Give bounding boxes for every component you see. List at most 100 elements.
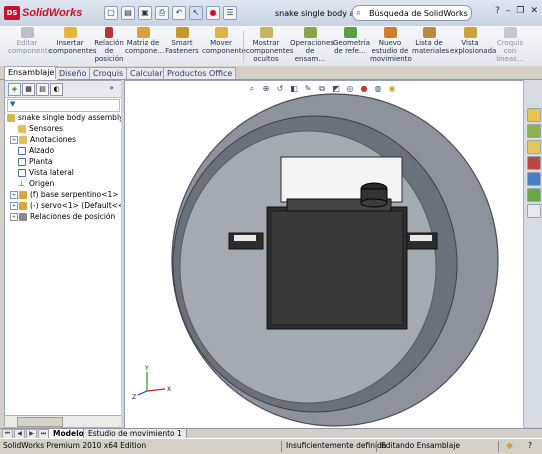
edit-component-button[interactable]: Editar componente — [8, 27, 52, 55]
model-view: Y X Z — [132, 93, 499, 427]
display-manager-tab-icon[interactable]: ◐ — [50, 83, 63, 96]
edit-component-icon — [20, 27, 34, 38]
search-results-icon[interactable] — [527, 156, 541, 170]
title-bar: DS SolidWorks ▢ ▤ ▣ ⎙ ↶ ↖ ● ☰ snake sing… — [0, 0, 542, 27]
tree-item-origen[interactable]: ⊥ Origen — [18, 178, 54, 189]
triad-y-label: Y — [144, 365, 149, 372]
task-pane — [523, 80, 542, 427]
options-icon[interactable]: ☰ — [223, 6, 237, 20]
quick-access-toolbar: ▢ ▤ ▣ ⎙ ↶ ↖ ● ☰ — [104, 6, 237, 20]
close-icon[interactable]: ✕ — [530, 6, 538, 16]
feature-tree-tab-icon[interactable]: ◈ — [8, 83, 21, 96]
tree-item-planta[interactable]: Planta — [18, 156, 53, 167]
mate-button[interactable]: Relación de posición — [94, 27, 124, 63]
scrollbar-thumb[interactable] — [17, 417, 63, 427]
move-component-button[interactable]: Mover componente — [202, 27, 246, 55]
filter-field[interactable]: ▼ — [7, 99, 120, 112]
servo-face — [270, 210, 404, 326]
reference-geometry-button[interactable]: Geometría de refe… — [333, 27, 370, 55]
tree-item-relaciones[interactable]: + Relaciones de posición — [10, 211, 115, 222]
view-palette-icon[interactable] — [527, 172, 541, 186]
configuration-manager-tab-icon[interactable]: ▤ — [36, 83, 49, 96]
open-icon[interactable]: ▤ — [121, 6, 135, 20]
assembly-features-button[interactable]: Operaciones de ensam… — [290, 27, 334, 63]
status-bar: SolidWorks Premium 2010 x64 Edition Insu… — [0, 438, 542, 454]
show-hidden-icon — [259, 27, 273, 38]
show-hidden-button[interactable]: Mostrar componentes ocultos — [246, 27, 294, 63]
exploded-view-button[interactable]: Vista explosionada — [450, 27, 496, 55]
custom-properties-icon[interactable] — [527, 204, 541, 218]
restore-icon[interactable]: ❐ — [516, 6, 524, 16]
insert-components-button[interactable]: Insertar componentes — [49, 27, 97, 55]
rebuild-status-icon[interactable]: ◆ — [506, 439, 513, 453]
expand-icon[interactable]: + — [10, 212, 18, 221]
origin-icon: ⊥ — [18, 178, 25, 188]
front-plane-icon — [18, 146, 26, 155]
status-edition: SolidWorks Premium 2010 x64 Edition — [3, 441, 147, 450]
search-placeholder: Búsqueda de SolidWorks — [369, 8, 468, 18]
tab-diseno[interactable]: Diseño — [55, 67, 91, 79]
expand-panel-icon[interactable]: » — [106, 83, 117, 94]
expand-icon[interactable]: + — [10, 135, 18, 144]
assembly-features-icon — [303, 27, 317, 38]
right-plane-icon — [18, 168, 26, 177]
resources-icon[interactable] — [527, 108, 541, 122]
tree-item-sensores[interactable]: Sensores — [18, 123, 63, 134]
part-icon — [19, 190, 27, 199]
triad-z-axis — [137, 390, 148, 396]
ds-logo-icon: DS — [4, 6, 20, 20]
servo-shaft-base — [360, 198, 388, 208]
triad-x-axis — [146, 388, 166, 392]
save-icon[interactable]: ▣ — [138, 6, 152, 20]
rebuild-icon[interactable]: ● — [206, 6, 220, 20]
select-icon[interactable]: ↖ — [189, 6, 203, 20]
bom-icon — [422, 27, 436, 38]
part-icon — [19, 201, 27, 210]
smart-fasteners-button[interactable]: Smart Fasteners — [165, 27, 199, 55]
new-motion-study-button[interactable]: Nuevo estudio de movimiento — [370, 27, 412, 63]
graphics-area[interactable]: ⌕ ⊕ ↺ ◧ ✎ ⧉ ◩ ◎ ● ◍ ◉ Y X Z — [124, 80, 525, 429]
command-tabs: Ensamblaje Diseño Croquis Calcular Produ… — [0, 66, 542, 80]
new-document-icon[interactable]: ▢ — [104, 6, 118, 20]
tab-calcular[interactable]: Calcular — [126, 67, 167, 79]
property-manager-tab-icon[interactable]: ▦ — [22, 83, 35, 96]
design-library-icon[interactable] — [527, 124, 541, 138]
undo-icon[interactable]: ↶ — [172, 6, 186, 20]
mate-icon — [105, 27, 113, 38]
appearances-icon[interactable] — [527, 188, 541, 202]
bom-button[interactable]: Lista de materiales — [412, 27, 449, 55]
tab-productos-office[interactable]: Productos Office — [163, 67, 237, 79]
explode-line-sketch-button[interactable]: Croquis con líneas… — [494, 27, 526, 63]
feature-manager-tabs: ◈ ▦ ▤ ◐ » — [5, 81, 121, 98]
feature-manager-panel: ◈ ▦ ▤ ◐ » ▼ snake single body assembly (… — [4, 80, 149, 430]
explode-line-sketch-icon — [503, 27, 517, 38]
reference-geometry-icon — [343, 27, 357, 38]
triad-z-label: Z — [132, 394, 136, 401]
minimize-icon[interactable]: – — [506, 6, 511, 16]
sensors-icon — [18, 124, 26, 133]
tab-croquis[interactable]: Croquis — [89, 67, 128, 79]
tree-item-alzado[interactable]: Alzado — [18, 145, 54, 156]
servo-tab-right-hole — [410, 235, 432, 241]
file-explorer-icon[interactable] — [527, 140, 541, 154]
component-pattern-button[interactable]: Matriz de compone… — [125, 27, 164, 55]
status-divider — [376, 441, 377, 452]
help-icon[interactable]: ? — [495, 6, 500, 16]
command-manager: Editar componente Insertar componentes R… — [0, 26, 542, 67]
print-icon[interactable]: ⎙ — [155, 6, 169, 20]
tree-item-vista-lateral[interactable]: Vista lateral — [18, 167, 74, 178]
search-box[interactable]: ⌕ Búsqueda de SolidWorks — [352, 5, 472, 21]
ribbon-separator — [243, 30, 244, 62]
exploded-view-icon — [463, 27, 477, 38]
tab-ensamblaje[interactable]: Ensamblaje — [4, 66, 59, 80]
tree-item-anotaciones[interactable]: + Anotaciones — [10, 134, 76, 145]
solidworks-logo[interactable]: DS SolidWorks — [4, 5, 82, 21]
servo-tab-left-hole — [234, 235, 256, 241]
move-component-icon — [214, 27, 228, 38]
window-controls: ? – ❐ ✕ — [495, 6, 538, 16]
status-help-icon[interactable]: ? — [528, 439, 532, 453]
tree-horizontal-scrollbar[interactable] — [4, 415, 122, 428]
status-mode: Editando Ensamblaje — [381, 441, 461, 450]
expand-icon[interactable]: + — [10, 190, 18, 199]
expand-icon[interactable]: + — [10, 201, 18, 210]
